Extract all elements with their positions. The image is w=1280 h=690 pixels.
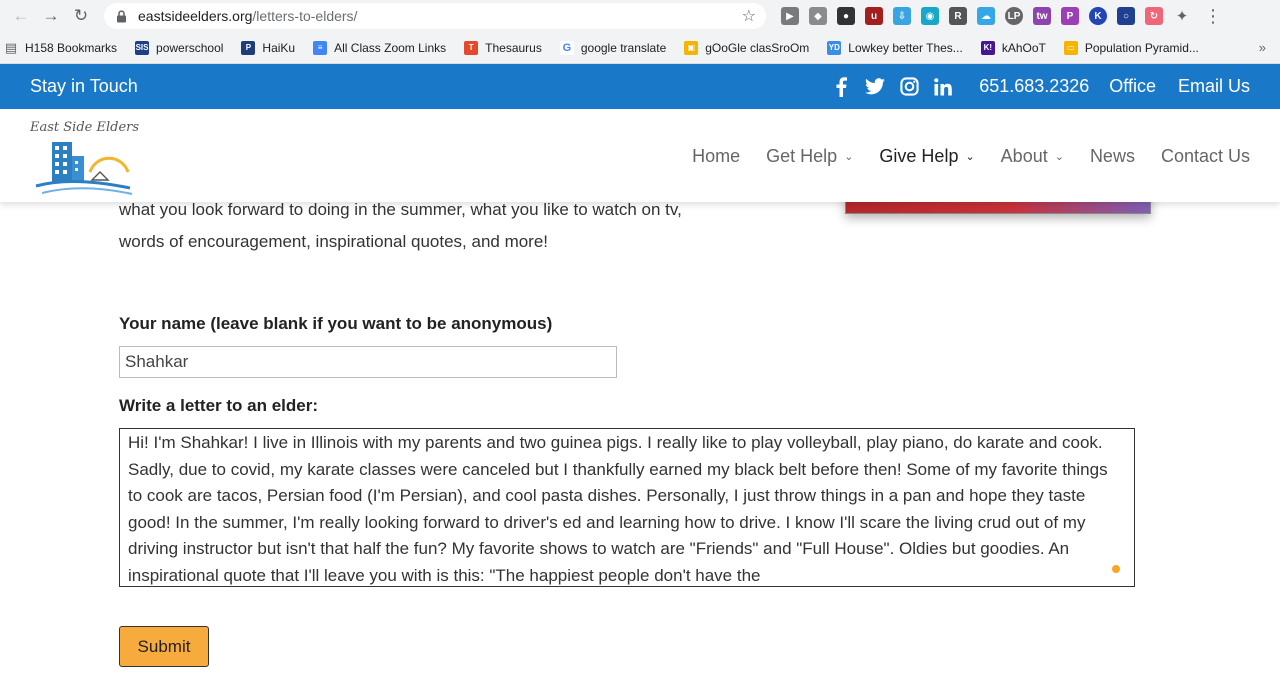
extension-icon[interactable]: ○ <box>1117 7 1135 25</box>
bookmark-item[interactable]: ▭ Population Pyramid... <box>1063 40 1199 55</box>
extension-icon[interactable]: LP <box>1005 7 1023 25</box>
nav-give-help[interactable]: Give Help ⌄ <box>879 146 974 167</box>
instagram-icon[interactable] <box>899 77 919 97</box>
stay-in-touch-label: Stay in Touch <box>30 76 138 96</box>
thesaurus-icon: T <box>464 40 479 55</box>
bookmark-star-icon[interactable]: ☆ <box>742 6 756 26</box>
name-label: Your name (leave blank if you want to be… <box>119 314 553 333</box>
nav-news-label: News <box>1089 146 1135 166</box>
kahoot-icon: K! <box>980 40 995 55</box>
docs-icon: ≡ <box>313 40 328 55</box>
phone-link[interactable]: 651.683.2326 <box>979 76 1089 97</box>
bookmark-label: Lowkey better Thes... <box>848 40 963 55</box>
browser-toolbar: ← → ↻ eastsideelders.org/letters-to-elde… <box>0 0 1280 32</box>
slides-icon: ▭ <box>1063 40 1078 55</box>
browser-menu-icon[interactable]: ⋮ <box>1204 6 1222 27</box>
haiku-icon: P <box>241 40 256 55</box>
extension-icon[interactable]: tw <box>1033 7 1051 25</box>
extension-icon[interactable]: ↻ <box>1145 7 1163 25</box>
facebook-icon[interactable] <box>831 76 851 97</box>
chevron-down-icon: ⌄ <box>1054 151 1064 163</box>
nav-contact-us-label: Contact Us <box>1160 146 1250 166</box>
main-nav: Home Get Help ⌄ Give Help ⌄ About ⌄ News Co… <box>666 146 1250 167</box>
bookmark-label: gOoGle clasSroOm <box>705 40 810 55</box>
extensions-bar: ▶ ◆ ● u ⇩ ◉ R ☁ LP tw P K ○ ↻ ✦ <box>776 7 1196 25</box>
logo-text: East Side Elders <box>30 120 140 135</box>
bookmark-label: Thesaurus <box>485 40 542 55</box>
nav-give-help-label: Give Help <box>879 146 959 166</box>
nav-get-help[interactable]: Get Help ⌄ <box>766 146 853 167</box>
nav-news[interactable]: News <box>1090 146 1135 167</box>
bookmark-item[interactable]: K! kAhOoT <box>980 40 1046 55</box>
nav-get-help-label: Get Help <box>766 146 838 166</box>
bookmark-item[interactable]: ▤ H158 Bookmarks <box>4 39 118 55</box>
nav-about-label: About <box>1000 146 1048 166</box>
chevron-down-icon: ⌄ <box>844 151 854 163</box>
bookmark-label: google translate <box>580 40 667 55</box>
extension-icon[interactable]: R <box>949 7 967 25</box>
puzzle-extensions-icon[interactable]: ✦ <box>1173 7 1191 25</box>
bookmark-label: HaiKu <box>262 40 296 55</box>
intro-text-line: words of encouragement, inspirational qu… <box>119 232 549 251</box>
grammar-check-icon[interactable] <box>1112 565 1120 573</box>
extension-icon[interactable]: u <box>865 7 883 25</box>
extension-icon[interactable]: ▶ <box>781 7 799 25</box>
intro-text: what you look forward to doing in the su… <box>119 194 759 258</box>
address-bar[interactable]: eastsideelders.org/letters-to-elders/ ☆ <box>104 3 766 29</box>
bookmarks-overflow-icon[interactable]: » <box>1259 40 1276 55</box>
bookmark-label: kAhOoT <box>1001 40 1046 55</box>
sis-icon: SIS <box>135 40 150 55</box>
bookmark-item[interactable]: ▣ gOoGle clasSroOm <box>684 40 810 55</box>
email-us-link[interactable]: Email Us <box>1178 76 1250 97</box>
google-icon: G <box>559 40 574 55</box>
bookmark-item[interactable]: ≡ All Class Zoom Links <box>313 40 447 55</box>
classroom-icon: ▣ <box>684 40 699 55</box>
url-domain: eastsideelders.org <box>138 8 253 24</box>
extension-icon[interactable]: ◉ <box>921 7 939 25</box>
extension-icon[interactable]: ● <box>837 7 855 25</box>
bookmark-label: Population Pyramid... <box>1084 40 1199 55</box>
linkedin-icon[interactable] <box>933 77 953 97</box>
bookmarks-bar: ▤ H158 Bookmarks SIS powerschool P HaiKu ≡ All … <box>0 32 1280 64</box>
letter-label: Write a letter to an elder: <box>119 396 319 415</box>
yd-icon: YD <box>827 40 842 55</box>
bookmark-item[interactable]: Ggoogle translate <box>559 40 667 55</box>
url-path: /letters-to-elders/ <box>252 8 358 24</box>
nav-home[interactable]: Home <box>692 146 740 167</box>
site-topbar: Stay in Touch 651.683.2326 Office Email … <box>0 64 1280 109</box>
chevron-down-icon: ⌄ <box>965 151 975 163</box>
office-link[interactable]: Office <box>1109 76 1156 97</box>
logo-buildings-icon <box>35 142 133 195</box>
extension-icon[interactable]: ☁ <box>977 7 995 25</box>
nav-contact-us[interactable]: Contact Us <box>1161 146 1250 167</box>
bookmark-label: H158 Bookmarks <box>25 40 118 55</box>
nav-about[interactable]: About ⌄ <box>1001 146 1064 167</box>
extension-icon[interactable]: ◆ <box>809 7 827 25</box>
bookmark-item[interactable]: SIS powerschool <box>135 40 224 55</box>
forward-arrow-icon[interactable]: → <box>36 2 66 30</box>
extension-icon[interactable]: K <box>1089 7 1107 25</box>
site-header: East Side Elders Home Get Help ⌄ Give Hel… <box>0 110 1280 202</box>
site-logo[interactable]: East Side Elders <box>30 118 140 198</box>
submit-button[interactable]: Submit <box>119 626 209 667</box>
bookmark-label: powerschool <box>156 40 224 55</box>
letter-textarea[interactable]: Hi! I'm Shahkar! I live in Illinois with… <box>119 428 1135 587</box>
bookmark-item[interactable]: T Thesaurus <box>464 40 542 55</box>
extension-icon[interactable]: P <box>1061 7 1079 25</box>
extension-icon[interactable]: ⇩ <box>893 7 911 25</box>
back-arrow-icon[interactable]: ← <box>6 2 36 30</box>
bookmark-item[interactable]: P HaiKu <box>241 40 296 55</box>
bookmark-item[interactable]: YD Lowkey better Thes... <box>827 40 963 55</box>
folder-icon: ▤ <box>4 39 18 55</box>
twitter-icon[interactable] <box>865 77 886 97</box>
nav-home-label: Home <box>692 146 741 166</box>
reload-icon[interactable]: ↻ <box>66 2 96 30</box>
lock-icon <box>114 9 128 23</box>
name-input[interactable] <box>119 346 617 378</box>
bookmark-label: All Class Zoom Links <box>334 40 447 55</box>
